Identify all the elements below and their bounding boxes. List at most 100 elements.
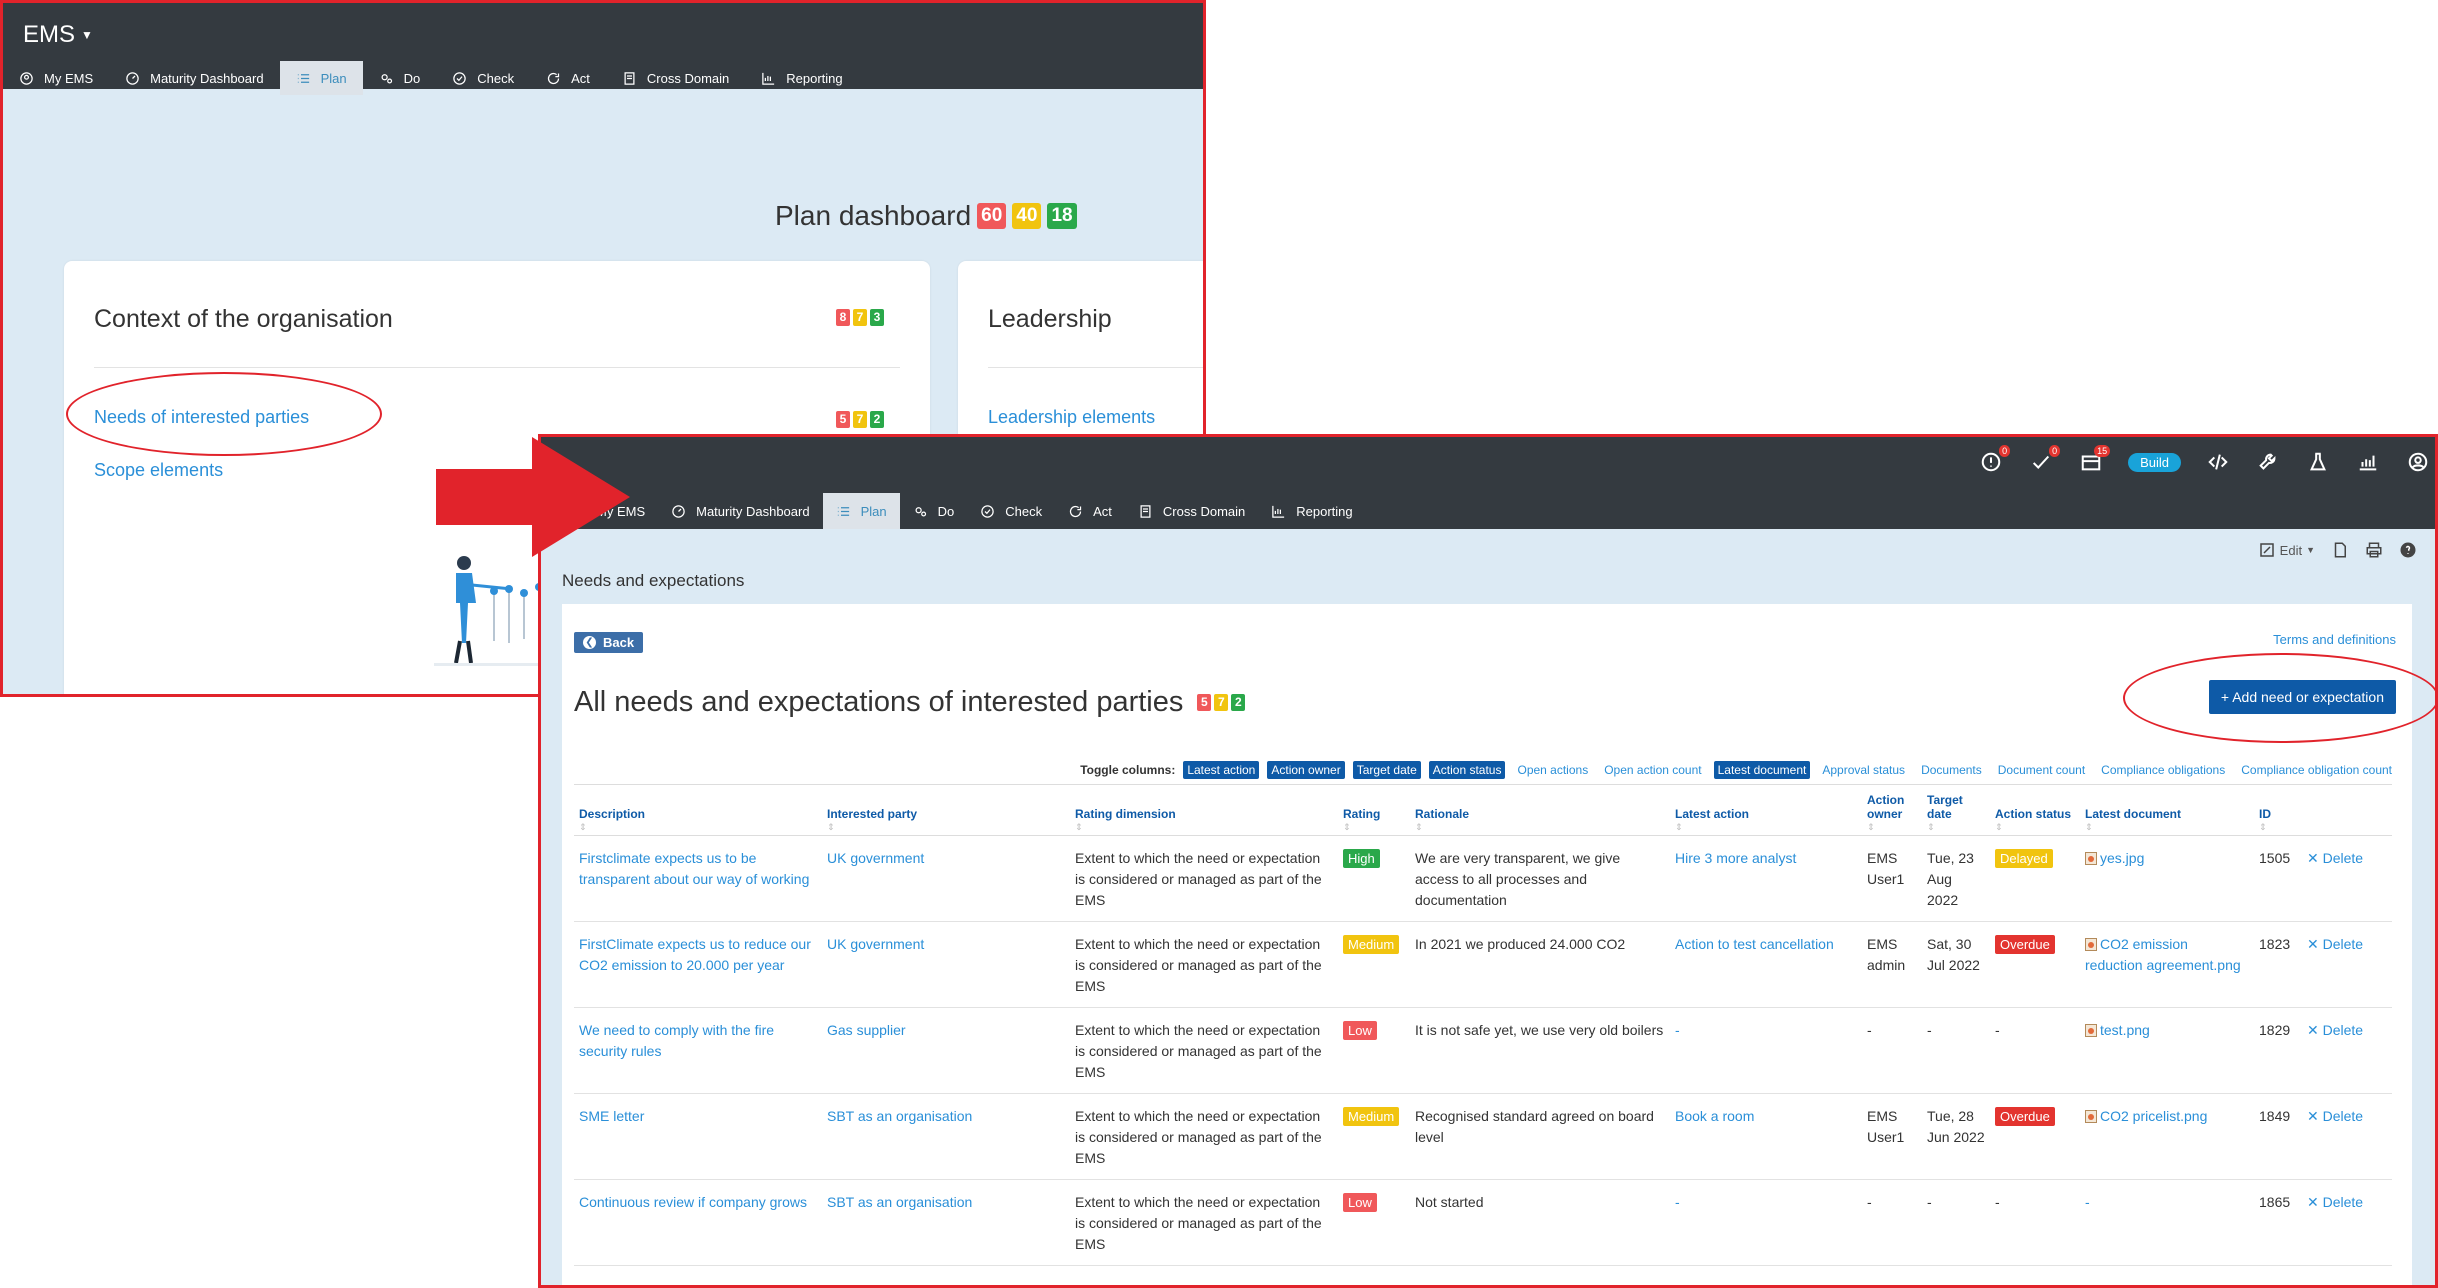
action-status-badge: Overdue: [1995, 1107, 2055, 1126]
user-alert-icon[interactable]: 0: [1978, 445, 2011, 475]
nav-cross-domain[interactable]: Cross Domain: [606, 61, 745, 95]
nav-label: Maturity Dashboard: [150, 70, 264, 86]
needs-of-interested-parties-link[interactable]: Needs of interested parties: [94, 407, 309, 428]
column-header-latest-action[interactable]: Latest action ⇕: [1670, 784, 1862, 836]
toggle-open-action-count[interactable]: Open action count: [1600, 761, 1705, 779]
description-link[interactable]: FirstClimate expects us to reduce our CO…: [574, 921, 822, 1008]
nav-my-ems[interactable]: My EMS: [3, 61, 109, 95]
toggle-action-status[interactable]: Action status: [1428, 761, 1506, 779]
nav-act[interactable]: Act: [530, 61, 606, 95]
delete-button[interactable]: ✕ Delete: [2307, 1022, 2363, 1038]
column-header-action-status[interactable]: Action status ⇕: [1990, 784, 2080, 836]
build-toggle[interactable]: Build: [2128, 452, 2181, 472]
toggle-documents[interactable]: Documents: [1917, 761, 1986, 779]
chevron-left-icon: ❮: [583, 636, 596, 649]
stats-icon[interactable]: [2355, 449, 2381, 475]
delete-button[interactable]: ✕ Delete: [2307, 1194, 2363, 1210]
interested-party-link[interactable]: SBT as an organisation: [822, 1179, 1070, 1266]
red-count-badge: 60: [977, 203, 1007, 229]
nav-do[interactable]: Do: [363, 61, 437, 95]
column-header-action-owner[interactable]: Action owner ⇕: [1862, 784, 1922, 836]
description-link[interactable]: Continuous review if company grows: [574, 1179, 822, 1266]
column-header-rating-dimension[interactable]: Rating dimension ⇕: [1070, 784, 1338, 836]
rating-badge: Medium: [1343, 935, 1400, 954]
scope-elements-link[interactable]: Scope elements: [94, 460, 223, 481]
delete-button[interactable]: ✕ Delete: [2307, 1108, 2363, 1124]
help-icon[interactable]: [2399, 541, 2417, 559]
toggle-latest-document[interactable]: Latest document: [1713, 761, 1811, 779]
latest-action-link: -: [1670, 1007, 1862, 1094]
column-header-rationale[interactable]: Rationale ⇕: [1410, 784, 1670, 836]
latest-action-link[interactable]: Action to test cancellation: [1670, 921, 1862, 1008]
nav-cross-domain[interactable]: Cross Domain: [1125, 493, 1258, 529]
column-header-description[interactable]: Description ⇕: [574, 784, 822, 836]
code-icon[interactable]: [2205, 449, 2231, 475]
inbox-icon[interactable]: 15: [2078, 445, 2111, 475]
interested-party-link[interactable]: SBT as an organisation: [822, 1093, 1070, 1180]
nav-label: Plan: [860, 503, 887, 519]
tasks-checkmark-icon[interactable]: 0: [2028, 445, 2061, 475]
toggle-compliance-obligations[interactable]: Compliance obligations: [2097, 761, 2229, 779]
rationale: Not started: [1410, 1179, 1670, 1266]
nav-plan[interactable]: Plan: [279, 61, 363, 95]
latest-document-link[interactable]: yes.jpg: [2100, 850, 2144, 866]
interested-party-link[interactable]: Gas supplier: [822, 1007, 1070, 1094]
nav-plan[interactable]: Plan: [822, 493, 900, 529]
toggle-action-owner[interactable]: Action owner: [1267, 761, 1345, 779]
list-icon: [837, 506, 849, 516]
nav-maturity-dashboard[interactable]: Maturity Dashboard: [658, 493, 822, 529]
nav-reporting[interactable]: Reporting: [745, 61, 858, 95]
book-icon: [1140, 504, 1151, 518]
toggle-latest-action[interactable]: Latest action: [1183, 761, 1260, 779]
leadership-elements-link[interactable]: Leadership elements: [988, 407, 1155, 428]
delete-button[interactable]: ✕ Delete: [2307, 850, 2363, 866]
toggle-approval-status[interactable]: Approval status: [1818, 761, 1909, 779]
app-switcher[interactable]: EMS ▼: [3, 3, 1203, 53]
account-icon[interactable]: [2405, 449, 2431, 475]
terms-and-definitions-link[interactable]: Terms and definitions: [2273, 632, 2396, 647]
sort-icon: ⇕: [1927, 822, 1935, 832]
description-link[interactable]: SME letter: [574, 1093, 822, 1180]
pdf-icon[interactable]: [2331, 541, 2349, 559]
needs-counts: 5 7 2: [836, 411, 884, 428]
description-link[interactable]: We need to comply with the fire security…: [574, 1007, 822, 1094]
page-title: All needs and expectations of interested…: [574, 686, 1184, 718]
toggle-compliance-obligation-count[interactable]: Compliance obligation count: [2237, 761, 2396, 779]
latest-action-link[interactable]: Book a room: [1670, 1093, 1862, 1180]
toggle-columns-label: Toggle columns:: [1080, 763, 1176, 777]
column-header-interested-party[interactable]: Interested party ⇕: [822, 784, 1070, 836]
yellow-count-badge: 7: [853, 309, 867, 326]
description-link[interactable]: Firstclimate expects us to be transparen…: [574, 835, 822, 922]
nav-maturity-dashboard[interactable]: Maturity Dashboard: [109, 61, 279, 95]
column-header-id[interactable]: ID ⇕: [2254, 784, 2302, 836]
toggle-target-date[interactable]: Target date: [1352, 761, 1421, 779]
column-header-rating[interactable]: Rating ⇕: [1338, 784, 1410, 836]
latest-document-link[interactable]: CO2 pricelist.png: [2100, 1108, 2207, 1124]
wrench-icon[interactable]: [2255, 449, 2281, 475]
interested-party-link[interactable]: UK government: [822, 835, 1070, 922]
nav-check[interactable]: Check: [967, 493, 1055, 529]
back-button[interactable]: ❮ Back: [574, 632, 644, 653]
latest-document-link[interactable]: test.png: [2100, 1022, 2150, 1038]
green-count-badge: 2: [1231, 694, 1246, 711]
edit-menu[interactable]: Edit ▼: [2258, 541, 2315, 559]
table-row: We need to comply with the fire security…: [574, 1007, 2392, 1094]
nav-check[interactable]: Check: [436, 61, 530, 95]
column-header-latest-document[interactable]: Latest document ⇕: [2080, 784, 2254, 836]
latest-document-link[interactable]: CO2 emission reduction agreement.png: [2085, 936, 2241, 973]
toggle-document-count[interactable]: Document count: [1994, 761, 2089, 779]
column-header-target-date[interactable]: Target date ⇕: [1922, 784, 1990, 836]
nav-act[interactable]: Act: [1055, 493, 1125, 529]
toggle-open-actions[interactable]: Open actions: [1513, 761, 1592, 779]
latest-action-link[interactable]: Hire 3 more analyst: [1670, 835, 1862, 922]
flask-icon[interactable]: [2305, 449, 2331, 475]
delete-button[interactable]: ✕ Delete: [2307, 936, 2363, 952]
add-need-button[interactable]: + Add need or expectation: [2208, 680, 2396, 714]
cogs-icon: [381, 73, 392, 83]
record-id: 1829: [2254, 1007, 2302, 1094]
nav-do[interactable]: Do: [900, 493, 968, 529]
interested-party-link[interactable]: UK government: [822, 921, 1070, 1008]
print-icon[interactable]: [2365, 541, 2383, 559]
nav-reporting[interactable]: Reporting: [1258, 493, 1365, 529]
target-date: -: [1922, 1007, 1990, 1094]
